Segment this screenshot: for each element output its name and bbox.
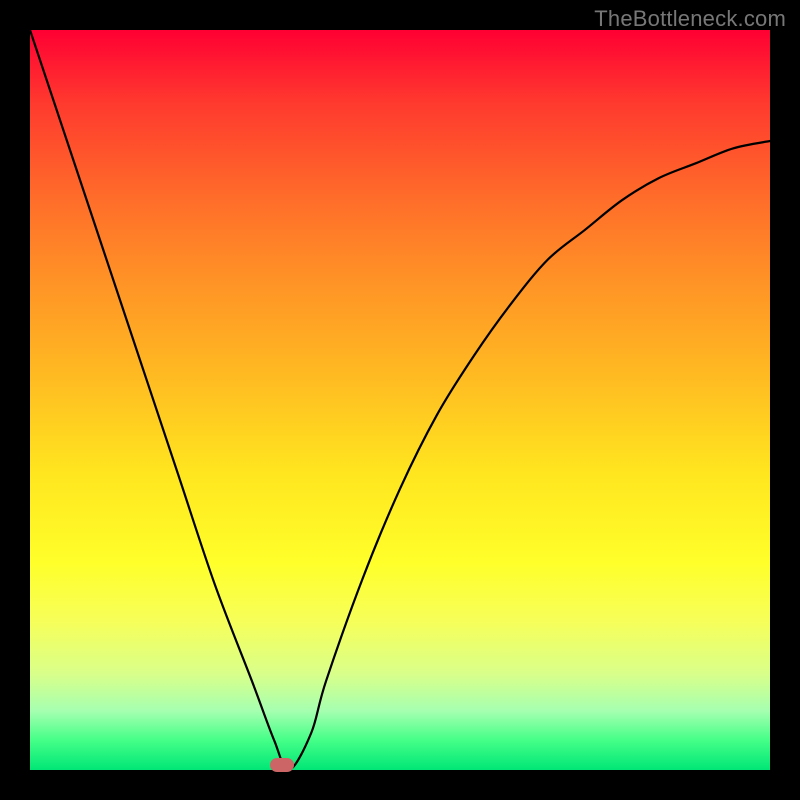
chart-frame: TheBottleneck.com (0, 0, 800, 800)
optimum-marker (270, 758, 294, 772)
watermark-text: TheBottleneck.com (594, 6, 786, 32)
bottleneck-curve (30, 30, 770, 770)
plot-area (30, 30, 770, 770)
